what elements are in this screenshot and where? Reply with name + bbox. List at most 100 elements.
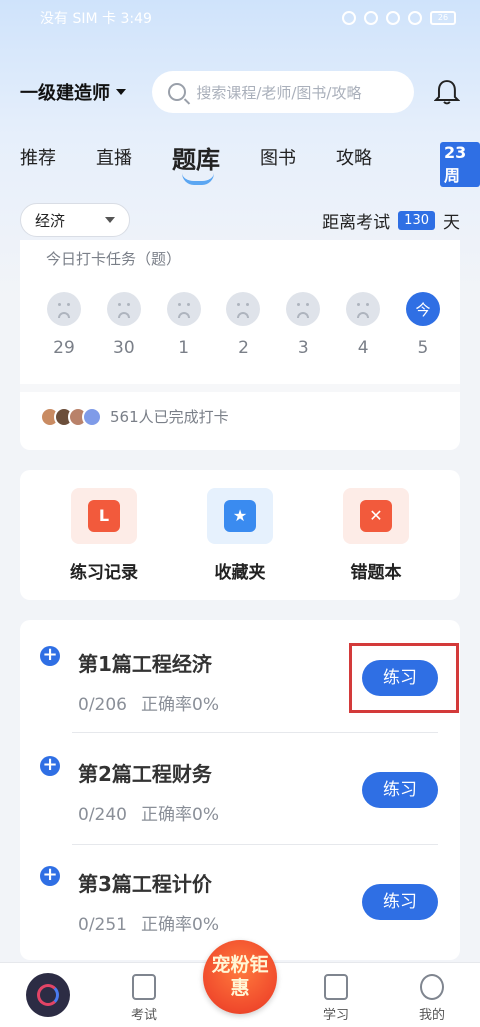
search-input[interactable]: 搜索课程/老师/图书/攻略 bbox=[152, 71, 415, 113]
exam-selector-label: 一级建造师 bbox=[20, 83, 110, 104]
eye-icon bbox=[342, 11, 356, 25]
tab-guides[interactable]: 攻略 bbox=[336, 144, 372, 170]
exam-countdown: 距离考试 130 天 bbox=[322, 208, 460, 233]
countdown-prefix: 距离考试 bbox=[322, 212, 391, 233]
chapter-title: 第3篇工程计价 bbox=[78, 872, 212, 896]
chapter-accuracy: 正确率0% bbox=[141, 805, 219, 825]
subject-dropdown-value: 经济 bbox=[35, 211, 66, 230]
checkin-day[interactable]: 2 bbox=[225, 292, 261, 358]
chevron-down-icon bbox=[105, 217, 115, 223]
tools-card: L 练习记录 ★ 收藏夹 ✕ 错题本 bbox=[20, 470, 460, 600]
chevron-down-icon bbox=[116, 89, 126, 95]
chapter-item[interactable]: + 第1篇工程经济 0/206 正确率0% 练习 bbox=[20, 620, 460, 730]
status-icons: 26 bbox=[342, 11, 456, 25]
checkin-completed-text: 561人已完成打卡 bbox=[110, 408, 229, 426]
chapter-progress: 0/240 bbox=[78, 805, 127, 825]
sad-face-icon bbox=[166, 292, 201, 326]
expand-plus-icon[interactable]: + bbox=[40, 756, 60, 776]
status-text: 没有 SIM 卡 3:49 bbox=[40, 11, 152, 27]
profile-icon bbox=[420, 974, 444, 1000]
chapters-card: + 第1篇工程经济 0/206 正确率0% 练习 + 第2篇工程财务 0/240 正… bbox=[20, 620, 460, 960]
nav-study-label: 学习 bbox=[322, 1008, 349, 1023]
wrong-questions-button[interactable]: ✕ 错题本 bbox=[326, 487, 426, 583]
divider bbox=[20, 384, 460, 392]
top-header: 一级建造师 搜索课程/老师/图书/攻略 bbox=[0, 70, 480, 114]
document-icon bbox=[132, 974, 156, 1000]
practice-record-button[interactable]: L 练习记录 bbox=[54, 487, 154, 583]
tool-label: 收藏夹 bbox=[214, 562, 266, 583]
app-logo-icon bbox=[26, 973, 70, 1017]
mute-icon bbox=[386, 11, 400, 25]
checkin-title: 今日打卡任务（题） bbox=[46, 250, 182, 268]
day-number: 2 bbox=[238, 338, 249, 358]
day-number: 1 bbox=[178, 338, 190, 358]
tab-books[interactable]: 图书 bbox=[260, 144, 296, 170]
checkin-days: 29 30 1 2 3 4 今 5 bbox=[46, 292, 441, 358]
checkin-day[interactable]: 3 bbox=[285, 292, 321, 358]
nav-exam-label: 考试 bbox=[130, 1008, 157, 1023]
favorites-button[interactable]: ★ 收藏夹 bbox=[190, 487, 290, 583]
battery-icon: 26 bbox=[430, 11, 456, 25]
tab-week-badge[interactable]: 23周 bbox=[440, 142, 480, 187]
book-icon bbox=[324, 974, 348, 1000]
chapter-accuracy: 正确率0% bbox=[141, 915, 219, 935]
sad-face-icon bbox=[226, 292, 261, 326]
tab-recommend[interactable]: 推荐 bbox=[20, 144, 56, 170]
chapter-progress: 0/251 bbox=[78, 915, 127, 935]
day-number: 3 bbox=[297, 338, 309, 358]
checkin-day[interactable]: 29 bbox=[46, 292, 82, 358]
checkin-completed[interactable]: 561人已完成打卡 bbox=[40, 406, 229, 427]
practice-button[interactable]: 练习 bbox=[362, 772, 438, 808]
countdown-suffix: 天 bbox=[443, 212, 460, 233]
expand-plus-icon[interactable]: + bbox=[40, 866, 60, 886]
subject-dropdown[interactable]: 经济 bbox=[20, 203, 130, 237]
sad-face-icon bbox=[346, 292, 381, 326]
checkin-day-today[interactable]: 今 5 bbox=[405, 292, 441, 358]
day-number: 30 bbox=[113, 338, 135, 358]
highlight-box bbox=[349, 643, 459, 713]
chapter-stats: 0/251 正确率0% bbox=[78, 910, 219, 935]
checkin-day[interactable]: 1 bbox=[166, 292, 202, 358]
chapter-progress: 0/206 bbox=[78, 695, 127, 715]
wifi-icon bbox=[408, 11, 422, 25]
tool-label: 练习记录 bbox=[70, 562, 138, 583]
search-placeholder: 搜索课程/老师/图书/攻略 bbox=[196, 83, 362, 102]
more-icon bbox=[82, 406, 102, 427]
promo-button[interactable]: 宠粉钜惠 bbox=[203, 940, 277, 1014]
chapter-item[interactable]: + 第3篇工程计价 0/251 正确率0% 练习 bbox=[20, 844, 460, 954]
nav-exam[interactable]: 考试 bbox=[96, 974, 192, 1023]
expand-plus-icon[interactable]: + bbox=[40, 646, 60, 666]
chapter-accuracy: 正确率0% bbox=[141, 695, 219, 715]
nav-home[interactable] bbox=[0, 973, 96, 1023]
tool-label: 错题本 bbox=[350, 562, 402, 583]
status-bar: 没有 SIM 卡 3:49 26 bbox=[0, 0, 480, 36]
alarm-icon bbox=[364, 11, 378, 25]
chapter-stats: 0/206 正确率0% bbox=[78, 690, 219, 715]
tab-question-bank[interactable]: 题库 bbox=[172, 140, 220, 185]
chapter-item[interactable]: + 第2篇工程财务 0/240 正确率0% 练习 bbox=[20, 732, 460, 842]
chapter-title: 第1篇工程经济 bbox=[78, 652, 212, 676]
sad-face-icon bbox=[286, 292, 321, 326]
practice-button[interactable]: 练习 bbox=[362, 884, 438, 920]
chapter-stats: 0/240 正确率0% bbox=[78, 800, 219, 825]
nav-study[interactable]: 学习 bbox=[288, 974, 384, 1023]
exam-selector[interactable]: 一级建造师 bbox=[20, 79, 152, 105]
practice-record-icon: L bbox=[71, 487, 137, 544]
today-badge: 今 bbox=[405, 292, 440, 326]
checkin-day[interactable]: 30 bbox=[106, 292, 142, 358]
main-tabs: 推荐 直播 题库 图书 攻略 bbox=[0, 132, 480, 185]
chapter-title: 第2篇工程财务 bbox=[78, 762, 212, 786]
wrong-questions-icon: ✕ bbox=[343, 487, 409, 544]
day-number: 29 bbox=[53, 338, 75, 358]
checkin-day[interactable]: 4 bbox=[345, 292, 381, 358]
sad-face-icon bbox=[47, 292, 81, 326]
countdown-days: 130 bbox=[398, 210, 435, 230]
day-number: 5 bbox=[417, 338, 429, 358]
avatar-group bbox=[40, 406, 102, 427]
favorites-icon: ★ bbox=[207, 487, 273, 544]
day-number: 4 bbox=[357, 338, 369, 358]
bell-icon[interactable] bbox=[434, 78, 460, 106]
tab-live[interactable]: 直播 bbox=[96, 144, 132, 170]
checkin-card: 今日打卡任务（题） 29 30 1 2 3 4 今 5 561人已完成打卡 bbox=[20, 240, 460, 450]
nav-mine[interactable]: 我的 bbox=[384, 974, 480, 1023]
